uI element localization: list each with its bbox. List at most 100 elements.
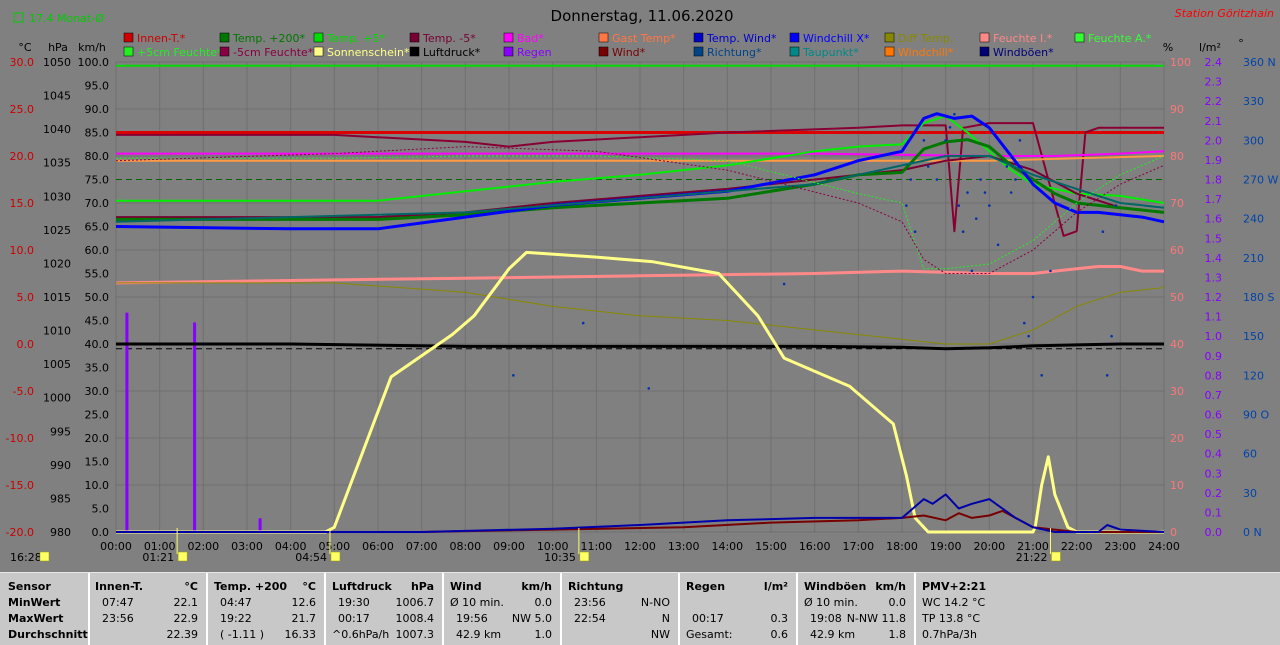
stats-value: 0.6 xyxy=(770,628,789,641)
direction-point xyxy=(1018,139,1022,142)
temp-tick-label: -20.0 xyxy=(6,526,34,539)
temp-tick-label: 25.0 xyxy=(10,103,35,116)
legend-swatch xyxy=(503,32,514,43)
rain-tick-label: 1.6 xyxy=(1205,213,1223,226)
humidity-tick-label: 70 xyxy=(1170,197,1184,210)
direction-unit: ° xyxy=(1238,37,1244,50)
temp-tick-label: 5.0 xyxy=(17,291,35,304)
sun-icon xyxy=(177,551,188,562)
direction-tick-label: 270 W xyxy=(1243,174,1278,187)
legend-label: Wind* xyxy=(612,46,646,59)
legend-swatch xyxy=(219,32,230,43)
wind-tick-label: 65.0 xyxy=(85,221,110,234)
x-tick-label: 14:00 xyxy=(711,540,743,553)
direction-point xyxy=(935,178,939,181)
direction-point xyxy=(1005,165,1009,168)
stats-luftdruck: Luftdruck hPa 19:30 1006.7 00:17 1008.4 … xyxy=(324,573,442,645)
x-tick-label: 06:00 xyxy=(362,540,394,553)
legend-label: Diff Temp. xyxy=(898,32,953,45)
humidity-tick-label: 50 xyxy=(1170,291,1184,304)
stats-value: 1006.7 xyxy=(395,596,435,609)
stats-header: PMV+2:21 xyxy=(922,580,987,593)
stats-value: TP 13.8 °C xyxy=(922,612,981,625)
wind-tick-label: 90.0 xyxy=(85,103,110,116)
legend-swatch xyxy=(219,46,230,57)
x-tick-label: 23:00 xyxy=(1104,540,1136,553)
legend-label: -5cm Feuchte* xyxy=(233,46,314,59)
rain-bar xyxy=(193,322,197,532)
legend-label: Richtung* xyxy=(707,46,762,59)
x-tick-label: 09:00 xyxy=(493,540,525,553)
stats-unit: °C xyxy=(302,580,316,593)
rain-tick-label: 2.2 xyxy=(1205,95,1223,108)
legend-swatch xyxy=(884,46,895,57)
direction-tick-label: 30 xyxy=(1243,487,1257,500)
legend-label: Feuchte A.* xyxy=(1088,32,1152,45)
rain-tick-label: 0.7 xyxy=(1205,389,1223,402)
wind-tick-label: 55.0 xyxy=(85,268,110,281)
legend-label: Windchill* xyxy=(898,46,954,59)
rain-bar xyxy=(258,518,262,532)
stats-value: 1008.4 xyxy=(395,612,435,625)
legend-label: Sonnenschein* xyxy=(327,46,410,59)
x-tick-label: 18:00 xyxy=(886,540,918,553)
legend-label: Temp. -5* xyxy=(422,32,476,45)
stats-regen: Regen l/m² 00:17 0.3 Gesamt: 0.6 xyxy=(678,573,796,645)
legend-swatch xyxy=(503,46,514,57)
legend-swatch xyxy=(979,46,990,57)
legend-label: Windchill X* xyxy=(803,32,870,45)
pressure-tick-label: 1000 xyxy=(43,392,71,405)
rain-tick-label: 0.6 xyxy=(1205,409,1223,422)
x-tick-label: 19:00 xyxy=(930,540,962,553)
rain-tick-label: 2.4 xyxy=(1205,56,1223,69)
rain-tick-label: 2.1 xyxy=(1205,115,1223,128)
temp-unit: °C xyxy=(18,41,32,54)
direction-point xyxy=(966,191,969,194)
direction-point xyxy=(1049,269,1052,273)
x-tick-label: 16:00 xyxy=(799,540,831,553)
stats-header: Innen-T. xyxy=(95,580,144,593)
stats-windboeen: Windböen km/h Ø 10 min. 0.0 19:08 N-NW 1… xyxy=(796,573,914,645)
rain-tick-label: 1.1 xyxy=(1205,311,1223,324)
stats-time: 00:17 xyxy=(692,612,724,625)
stats-time: 19:22 xyxy=(220,612,252,625)
legend-swatch xyxy=(693,32,704,43)
legend-label: Bad* xyxy=(517,32,544,45)
temp-tick-label: -10.0 xyxy=(6,432,34,445)
stats-header: Richtung xyxy=(568,580,624,593)
rain-tick-label: 1.3 xyxy=(1205,271,1223,284)
stats-value: 22.1 xyxy=(173,596,199,609)
direction-tick-label: 90 O xyxy=(1243,409,1269,422)
stats-time: Ø 10 min. xyxy=(450,596,504,609)
wind-tick-label: 75.0 xyxy=(85,174,110,187)
stats-unit: °C xyxy=(184,580,198,593)
stats-row-label: MinWert xyxy=(8,596,61,609)
direction-tick-label: 150 xyxy=(1243,330,1264,343)
wind-tick-label: 70.0 xyxy=(85,197,110,210)
station-name: Station Göritzhain xyxy=(1175,7,1274,20)
stats-unit: km/h xyxy=(521,580,552,593)
x-tick-label: 07:00 xyxy=(406,540,438,553)
sun-icon xyxy=(330,551,341,562)
rain-tick-label: 2.0 xyxy=(1205,134,1223,147)
direction-tick-label: 120 xyxy=(1243,369,1264,382)
marker-label: 10:35 xyxy=(544,551,576,564)
legend-label: Regen xyxy=(517,46,552,59)
rain-tick-label: 1.9 xyxy=(1205,154,1223,167)
temp-tick-label: 10.0 xyxy=(10,244,35,257)
legend-label: Temp. +5* xyxy=(326,32,386,45)
direction-point xyxy=(1101,230,1105,234)
direction-point xyxy=(782,282,786,286)
rain-tick-label: 0.0 xyxy=(1205,526,1223,539)
wind-tick-label: 30.0 xyxy=(85,385,110,398)
legend-swatch xyxy=(598,32,609,43)
pressure-tick-label: 1030 xyxy=(43,190,71,203)
pressure-tick-label: 985 xyxy=(50,492,71,505)
stats-unit: l/m² xyxy=(763,580,788,593)
wind-tick-label: 45.0 xyxy=(85,315,110,328)
wind-tick-label: 35.0 xyxy=(85,362,110,375)
wind-tick-label: 50.0 xyxy=(85,291,110,304)
x-tick-label: 24:00 xyxy=(1148,540,1180,553)
weather-chart: Donnerstag, 11.06.2020 Station Göritzhai… xyxy=(0,0,1280,572)
rain-tick-label: 0.9 xyxy=(1205,350,1223,363)
